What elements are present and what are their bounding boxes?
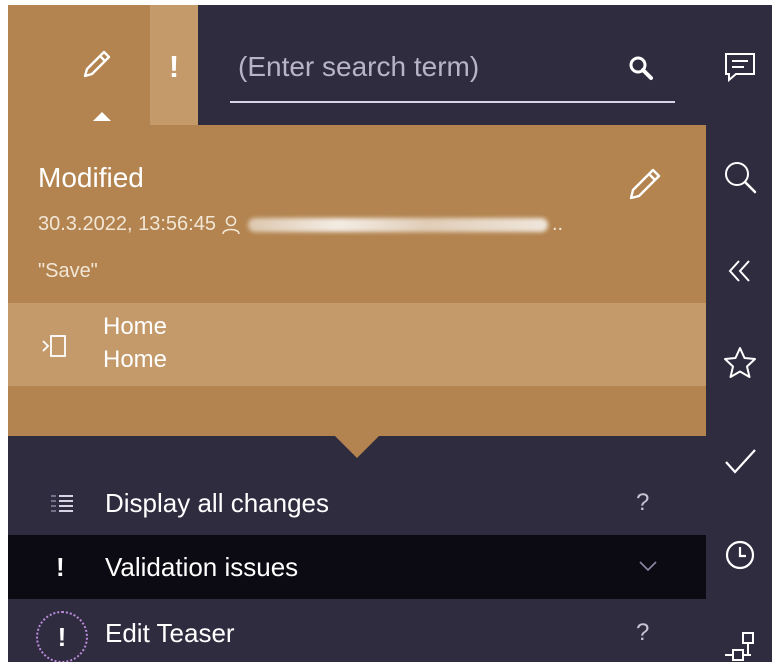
modified-page-item[interactable]: Home Home (8, 303, 706, 386)
structure-icon[interactable] (720, 627, 760, 662)
display-all-changes-label: Display all changes (105, 488, 330, 518)
user-overflow: .. (551, 213, 564, 235)
pencil-icon (80, 47, 114, 86)
star-icon[interactable] (720, 343, 760, 383)
redacted-user-email (247, 217, 548, 232)
app-window: ! Modified (8, 5, 772, 662)
page-enter-icon (40, 333, 70, 364)
page-path: Home (103, 346, 168, 373)
display-all-changes-row[interactable]: Display all changes ? (8, 471, 706, 535)
user-icon (222, 215, 240, 235)
tab-modifications[interactable] (8, 5, 150, 125)
validation-issues-label: Validation issues (105, 552, 299, 582)
search-icon[interactable] (720, 157, 760, 197)
modification-message: "Save" (38, 260, 98, 282)
edit-teaser-row[interactable]: ! Edit Teaser ? (8, 603, 706, 662)
teaser-warning-icon: ! (36, 611, 88, 662)
exclamation-icon: ! (168, 49, 180, 84)
help-icon[interactable]: ? (636, 601, 649, 662)
active-tab-caret (93, 112, 111, 121)
check-icon[interactable] (720, 441, 760, 481)
modification-meta: 30.3.2022, 13:56:45 .. (38, 213, 563, 236)
tab-validation-issues[interactable]: ! (150, 5, 198, 125)
modification-panel: Modified 30.3.2022, 13:56:45 .. "Save" H… (8, 125, 706, 436)
clock-icon[interactable] (720, 535, 760, 575)
pencil-icon[interactable] (626, 165, 664, 208)
double-chevron-left-icon[interactable] (720, 251, 760, 291)
comment-icon[interactable] (720, 47, 760, 87)
panel-pointer (335, 436, 379, 458)
exclamation-icon: ! (57, 621, 67, 652)
panel-title: Modified (38, 162, 144, 193)
search-input[interactable] (238, 47, 608, 87)
edit-teaser-label: Edit Teaser (105, 618, 235, 648)
page-name: Home (103, 313, 168, 340)
modification-timestamp: 30.3.2022, 13:56:45 (38, 213, 216, 235)
list-icon (50, 493, 74, 518)
right-toolbar (708, 5, 772, 662)
search-bar (230, 43, 675, 103)
exclamation-icon: ! (56, 552, 65, 582)
help-icon[interactable]: ? (636, 471, 649, 535)
search-icon[interactable] (628, 55, 654, 86)
validation-issues-row[interactable]: ! Validation issues (8, 535, 706, 599)
chevron-down-icon[interactable] (638, 559, 658, 578)
